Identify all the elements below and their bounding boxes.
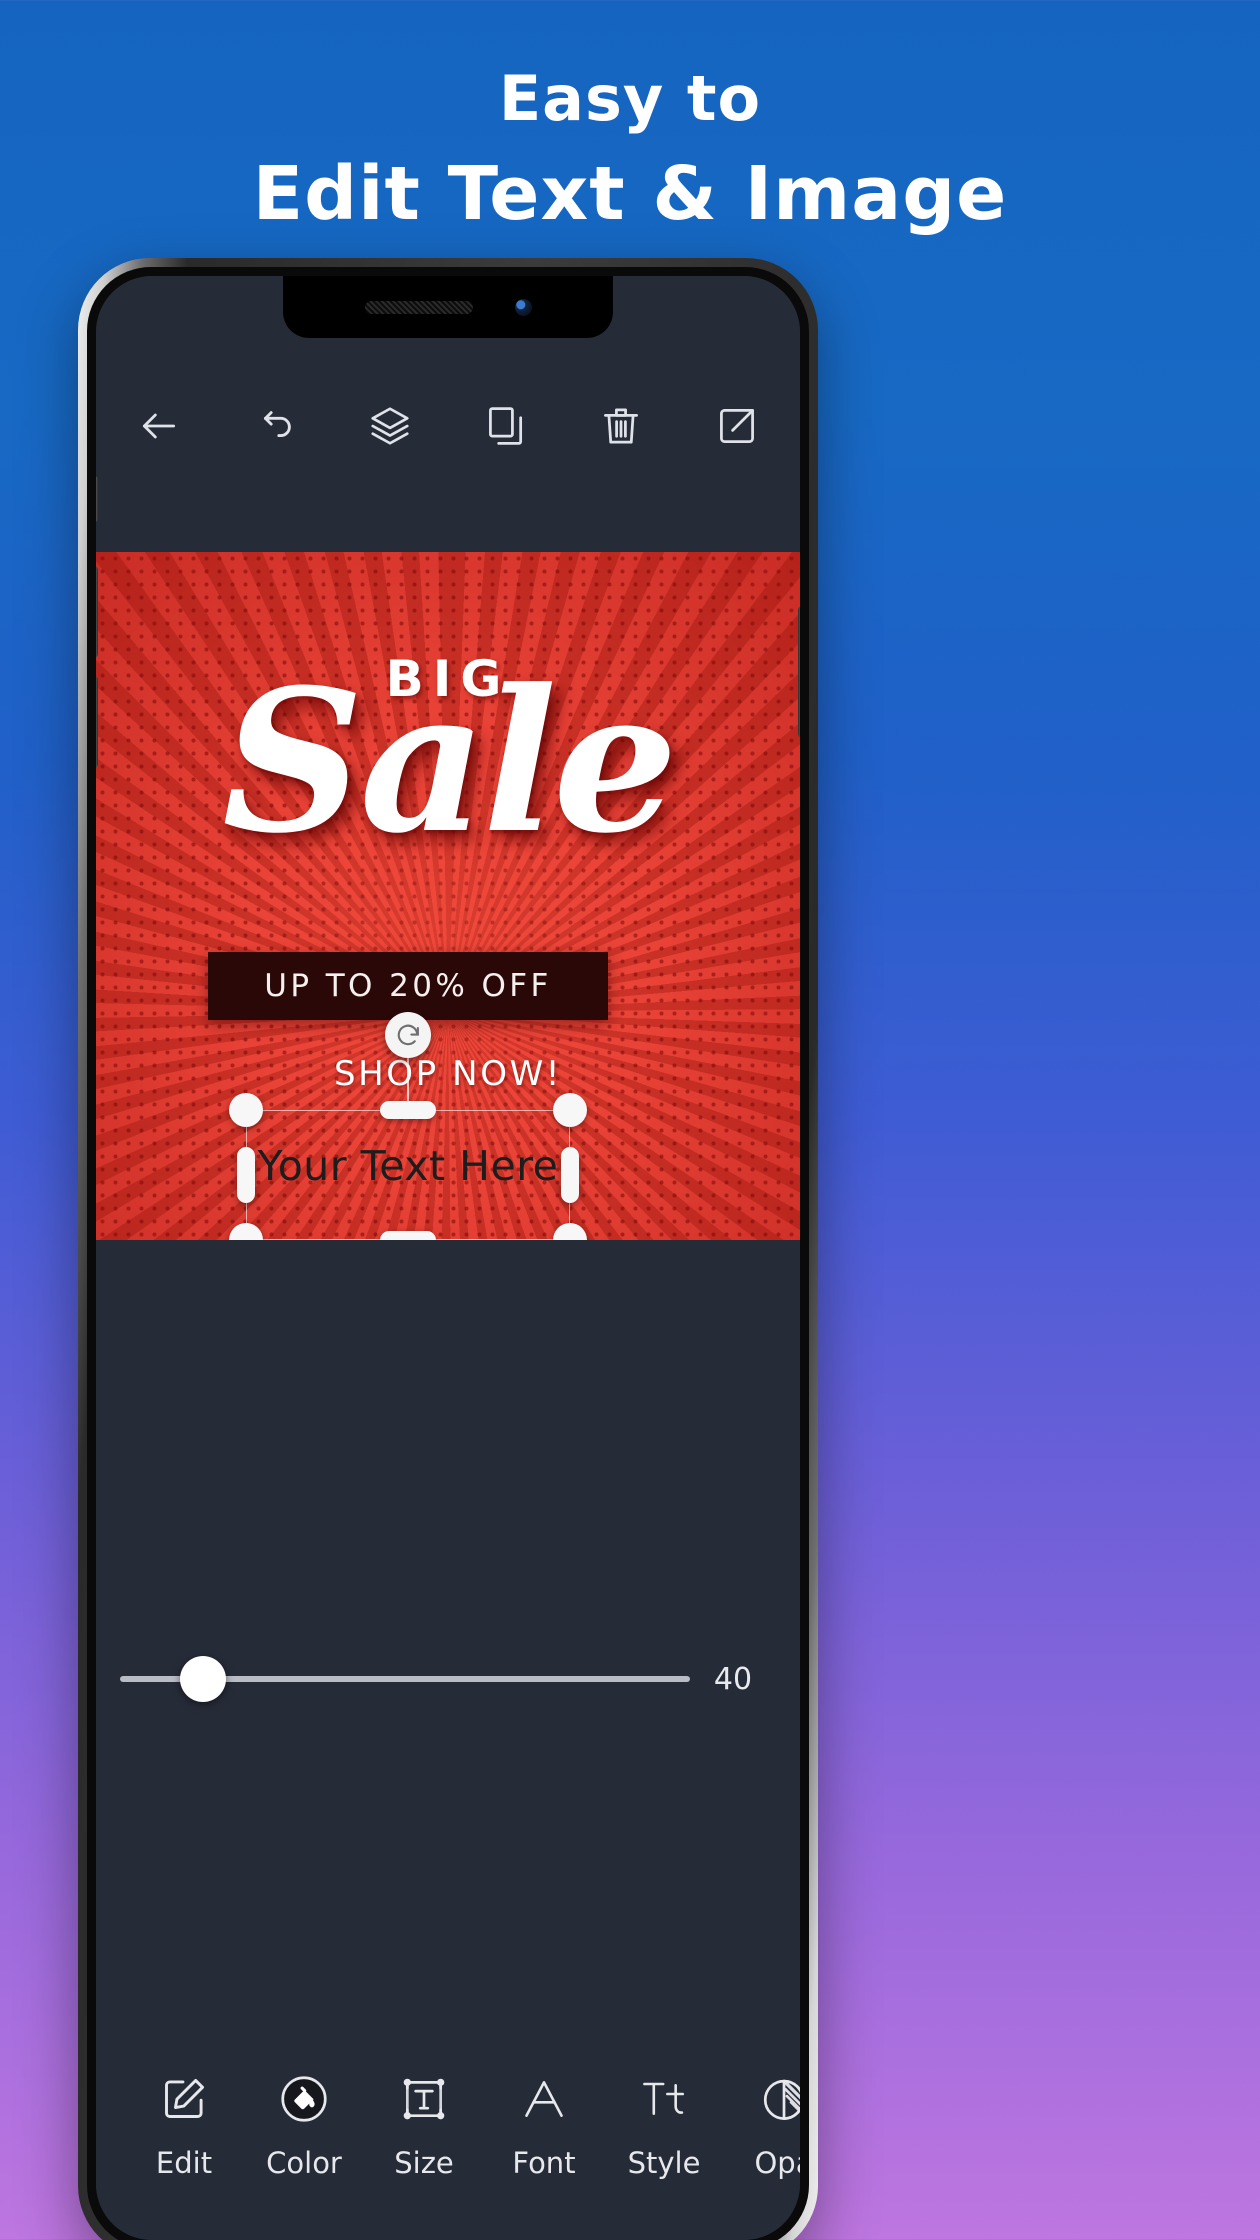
canvas-content: BIG Sale UP TO 20% OFF SHOP NOW! Your Te… [96,552,800,1240]
editor-lower-panel: 40 Edit Color Size Font Style Op [96,1240,800,2240]
size-slider-value: 40 [713,1661,753,1697]
size-slider-track[interactable] [120,1656,690,1702]
export-icon [720,409,754,443]
design-canvas[interactable]: BIG Sale UP TO 20% OFF SHOP NOW! Your Te… [96,552,800,1240]
tool-size[interactable]: Size [364,2070,484,2180]
tool-style-label: Style [627,2146,701,2180]
editor-bottom-toolbar: Edit Color Size Font Style Op [96,2044,800,2240]
headline-line-2: Edit Text & Image [252,151,1008,238]
delete-button[interactable] [584,389,658,463]
back-button[interactable] [122,389,196,463]
pencil-square-icon [159,2070,209,2128]
headline-line-1: Easy to [498,62,762,135]
tool-edit-label: Edit [155,2146,213,2180]
handle-top-left[interactable] [229,1093,263,1127]
handle-top-right[interactable] [553,1093,587,1127]
export-button[interactable] [700,389,774,463]
phone-bezel: BIG Sale UP TO 20% OFF SHOP NOW! Your Te… [87,267,809,2240]
tool-opacity-label: Opa [754,2146,800,2180]
tool-size-label: Size [394,2146,454,2180]
text-selection-box[interactable]: Your Text Here [229,1012,587,1240]
handle-bottom-center[interactable] [380,1231,436,1240]
layers-icon [371,407,409,445]
tool-color-label: Color [266,2146,342,2180]
handle-middle-left[interactable] [237,1147,255,1203]
size-slider-row[interactable]: 40 [96,1644,800,1714]
duplicate-icon [488,407,522,445]
back-icon [142,413,176,439]
editor-toolbar [96,384,800,468]
tool-edit[interactable]: Edit [124,2070,244,2180]
undo-icon [263,411,291,438]
rotate-handle[interactable] [385,1012,431,1058]
front-camera-icon [514,298,532,316]
text-size-icon [399,2070,449,2128]
undo-button[interactable] [238,389,312,463]
mute-switch[interactable] [96,476,98,522]
phone-mockup: BIG Sale UP TO 20% OFF SHOP NOW! Your Te… [78,258,818,2240]
power-button[interactable] [798,606,800,738]
paint-bucket-icon [279,2070,329,2128]
earpiece-speaker-icon [364,300,473,314]
tool-font[interactable]: Font [484,2070,604,2180]
opacity-icon [759,2070,800,2128]
rotate-icon [397,1024,419,1046]
size-slider-thumb[interactable] [179,1656,226,1702]
volume-up-button[interactable] [96,566,98,658]
text-style-icon [639,2070,689,2128]
layers-button[interactable] [353,389,427,463]
phone-screen: BIG Sale UP TO 20% OFF SHOP NOW! Your Te… [96,276,800,2240]
cta-text-layer[interactable]: SHOP NOW! [96,1054,800,1094]
offer-banner[interactable]: UP TO 20% OFF [208,952,608,1020]
font-a-icon [519,2070,569,2128]
tool-color[interactable]: Color [244,2070,364,2180]
duplicate-button[interactable] [469,389,543,463]
sale-text-layer[interactable]: Sale [96,664,800,860]
handle-middle-right[interactable] [561,1147,579,1203]
promo-headline: Easy to Edit Text & Image [0,62,1260,239]
handle-top-center[interactable] [380,1101,436,1119]
tool-style[interactable]: Style [604,2070,724,2180]
trash-icon [604,408,639,444]
tool-font-label: Font [512,2146,576,2180]
tool-opacity[interactable]: Opa [724,2070,800,2180]
offer-banner-text: UP TO 20% OFF [264,968,552,1004]
phone-notch [283,276,613,338]
selected-text-value: Your Text Here [257,1142,559,1190]
volume-down-button[interactable] [96,676,98,768]
